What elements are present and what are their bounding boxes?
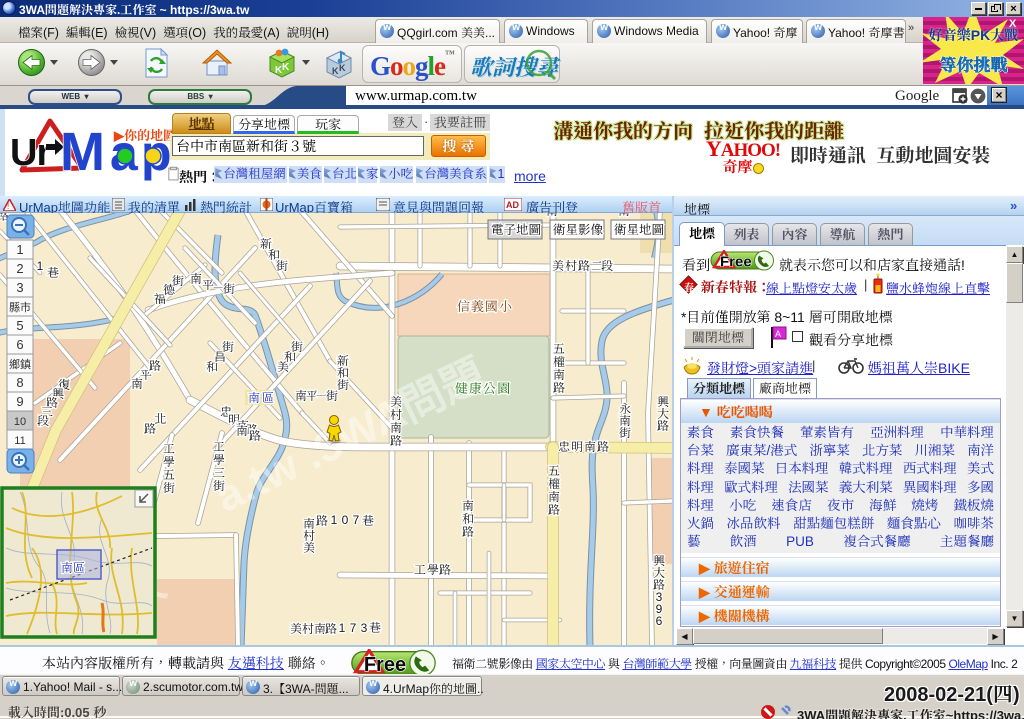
- svg-text:南: 南: [553, 368, 565, 382]
- svg-text:五: 五: [548, 464, 560, 478]
- svg-text:美: 美: [390, 395, 402, 409]
- svg-text:學: 學: [213, 453, 225, 467]
- svg-text:8: 8: [16, 375, 23, 390]
- svg-text:▶你的地圖: ▶你的地圖: [113, 128, 176, 143]
- svg-text:6: 6: [16, 337, 23, 352]
- svg-text:!: !: [7, 202, 9, 211]
- svg-text:美: 美: [552, 259, 564, 273]
- svg-text:街: 街: [291, 340, 304, 354]
- svg-text:段: 段: [37, 414, 50, 428]
- svg-text:南區: 南區: [61, 561, 85, 575]
- svg-text:路: 路: [597, 440, 609, 454]
- svg-text:路: 路: [578, 259, 590, 273]
- svg-text:工: 工: [163, 442, 175, 456]
- svg-text:路: 路: [149, 359, 161, 373]
- svg-text:村: 村: [390, 408, 402, 422]
- svg-text:權: 權: [548, 477, 560, 491]
- svg-text:0: 0: [342, 513, 349, 527]
- svg-text:工: 工: [213, 440, 225, 454]
- svg-text:段: 段: [601, 259, 614, 273]
- svg-text:5: 5: [16, 318, 23, 333]
- svg-text:3: 3: [361, 621, 368, 635]
- svg-text:路: 路: [548, 503, 560, 517]
- svg-text:路: 路: [657, 419, 669, 433]
- svg-text:路: 路: [462, 525, 474, 539]
- svg-text:南: 南: [548, 490, 560, 504]
- svg-text:電子地圖: 電子地圖: [491, 223, 541, 237]
- svg-text:巷: 巷: [362, 514, 374, 528]
- svg-text:南: 南: [584, 440, 596, 454]
- svg-text:南: 南: [462, 499, 474, 513]
- svg-text:巷: 巷: [47, 266, 59, 280]
- svg-text:路: 路: [439, 563, 451, 577]
- svg-text:路: 路: [390, 434, 402, 448]
- svg-text:Free: Free: [720, 254, 752, 271]
- svg-text:和: 和: [462, 512, 474, 526]
- svg-text:1: 1: [37, 259, 44, 273]
- svg-text:學: 學: [427, 563, 439, 577]
- svg-text:路: 路: [316, 514, 328, 528]
- svg-text:街: 街: [222, 340, 235, 354]
- svg-text:村: 村: [565, 259, 577, 273]
- svg-text:衛星地圖: 衛星地圖: [614, 223, 664, 237]
- svg-text:南: 南: [236, 424, 248, 438]
- svg-text:7: 7: [350, 621, 357, 635]
- svg-text:路: 路: [144, 422, 156, 436]
- svg-text:街: 街: [337, 378, 350, 392]
- svg-text:街: 街: [163, 481, 176, 495]
- svg-text:K: K: [339, 63, 346, 73]
- svg-text:村: 村: [302, 622, 314, 636]
- svg-text:工: 工: [414, 563, 426, 577]
- svg-text:明: 明: [571, 440, 583, 454]
- svg-text:南區: 南區: [248, 391, 276, 405]
- svg-text:鄉鎮: 鄉鎮: [9, 357, 31, 371]
- svg-text:縣市: 縣市: [9, 300, 31, 314]
- svg-text:10: 10: [14, 416, 26, 428]
- svg-text:1: 1: [339, 621, 346, 635]
- svg-text:K: K: [282, 62, 290, 73]
- svg-text:街: 街: [619, 426, 632, 440]
- svg-text:健康公園: 健康公園: [455, 380, 511, 396]
- svg-text:A: A: [775, 329, 781, 339]
- svg-text:11: 11: [14, 435, 25, 447]
- svg-text:美: 美: [303, 541, 315, 555]
- svg-text:AD: AD: [506, 200, 519, 210]
- svg-text:街: 街: [223, 282, 236, 296]
- svg-text:Free: Free: [364, 654, 406, 676]
- svg-text:路: 路: [249, 429, 261, 443]
- svg-text:街: 街: [213, 479, 226, 493]
- svg-text:信義國小: 信義國小: [457, 299, 513, 314]
- svg-text:南: 南: [390, 421, 402, 435]
- svg-text:南: 南: [618, 213, 630, 218]
- svg-text:3: 3: [16, 280, 23, 295]
- svg-text:權: 權: [553, 355, 565, 369]
- svg-text:巷: 巷: [369, 621, 381, 635]
- svg-text:1: 1: [331, 513, 338, 527]
- svg-text:M: M: [60, 122, 102, 182]
- svg-text:2: 2: [16, 261, 23, 276]
- svg-text:美: 美: [290, 622, 302, 636]
- svg-text:學: 學: [163, 455, 175, 469]
- svg-text:1: 1: [16, 242, 23, 257]
- svg-text:路: 路: [553, 381, 565, 395]
- svg-text:衛星影像: 衛星影像: [553, 223, 604, 237]
- svg-text:五: 五: [553, 342, 565, 356]
- svg-text:6: 6: [656, 614, 663, 628]
- svg-text:五: 五: [163, 468, 175, 482]
- svg-text:9: 9: [16, 394, 23, 409]
- svg-text:街: 街: [172, 274, 185, 288]
- svg-text:忠: 忠: [558, 440, 570, 454]
- svg-text:7: 7: [353, 513, 360, 527]
- svg-text:三: 三: [213, 466, 225, 480]
- svg-text:Ur: Ur: [10, 132, 51, 174]
- svg-text:南: 南: [546, 213, 558, 218]
- svg-text:街: 街: [276, 259, 289, 273]
- svg-text:路: 路: [325, 622, 337, 636]
- svg-text:南: 南: [190, 272, 202, 286]
- svg-text:K: K: [332, 66, 339, 76]
